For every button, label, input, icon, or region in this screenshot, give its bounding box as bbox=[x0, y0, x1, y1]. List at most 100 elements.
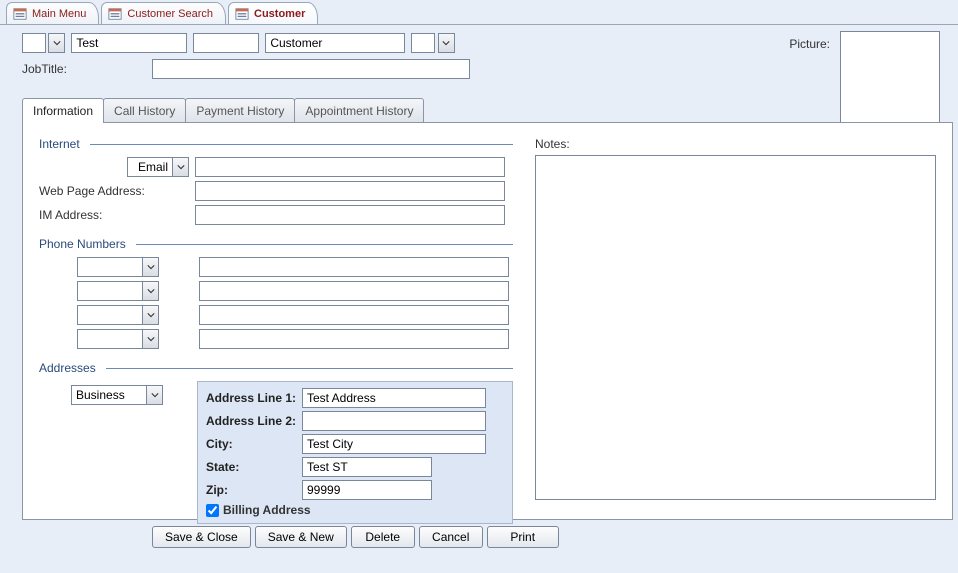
email-row bbox=[39, 157, 513, 177]
prefix-input[interactable] bbox=[22, 33, 46, 53]
save-new-button[interactable]: Save & New bbox=[255, 526, 347, 548]
window-tab-customer[interactable]: Customer bbox=[228, 2, 318, 24]
notes-column: Notes: bbox=[535, 137, 936, 507]
address-line1-input[interactable] bbox=[302, 388, 486, 408]
phone-type-input[interactable] bbox=[77, 305, 143, 325]
group-title-text: Internet bbox=[39, 137, 80, 151]
phone-row-3 bbox=[39, 305, 513, 325]
chevron-down-icon[interactable] bbox=[142, 257, 159, 277]
notes-textarea[interactable] bbox=[535, 155, 936, 500]
address-city-row: City: bbox=[206, 434, 504, 454]
web-row: Web Page Address: bbox=[39, 181, 513, 201]
email-type-combo[interactable] bbox=[39, 157, 189, 177]
phone-number-input[interactable] bbox=[199, 305, 509, 325]
tab-label: Call History bbox=[114, 104, 175, 118]
chevron-down-icon[interactable] bbox=[142, 281, 159, 301]
phone-row-1 bbox=[39, 257, 513, 277]
phone-type-input[interactable] bbox=[77, 257, 143, 277]
address-line2-input[interactable] bbox=[302, 411, 486, 431]
address-city-input[interactable] bbox=[302, 434, 486, 454]
save-close-button[interactable]: Save & Close bbox=[152, 526, 251, 548]
tab-label: Appointment History bbox=[305, 104, 413, 118]
address-zip-input[interactable] bbox=[302, 480, 432, 500]
address-zip-label: Zip: bbox=[206, 483, 298, 497]
email-input[interactable] bbox=[195, 157, 505, 177]
tab-label: Payment History bbox=[196, 104, 284, 118]
last-name-input[interactable] bbox=[265, 33, 405, 53]
divider bbox=[106, 368, 513, 369]
im-input[interactable] bbox=[195, 205, 505, 225]
web-label: Web Page Address: bbox=[39, 184, 189, 198]
suffix-input[interactable] bbox=[411, 33, 435, 53]
address-state-label: State: bbox=[206, 460, 298, 474]
tab-call-history[interactable]: Call History bbox=[103, 98, 186, 122]
phone-number-input[interactable] bbox=[199, 281, 509, 301]
billing-row: Billing Address bbox=[206, 503, 504, 517]
chevron-down-icon[interactable] bbox=[142, 329, 159, 349]
group-addresses: Addresses Address Line 1: bbox=[39, 361, 513, 524]
window-tab-label: Customer Search bbox=[127, 8, 213, 20]
notes-label: Notes: bbox=[535, 137, 936, 151]
window-tab-label: Customer bbox=[254, 8, 305, 20]
im-row: IM Address: bbox=[39, 205, 513, 225]
address-zip-row: Zip: bbox=[206, 480, 504, 500]
form-icon bbox=[108, 7, 122, 21]
address-type-input[interactable] bbox=[71, 385, 147, 405]
email-type-input[interactable] bbox=[127, 157, 173, 177]
tab-appointment-history[interactable]: Appointment History bbox=[294, 98, 424, 122]
phone-type-input[interactable] bbox=[77, 281, 143, 301]
page-body: Picture: JobTitle: Information Call Hist… bbox=[0, 24, 958, 573]
chevron-down-icon[interactable] bbox=[438, 33, 455, 53]
jobtitle-input[interactable] bbox=[152, 59, 470, 79]
window-tab-main-menu[interactable]: Main Menu bbox=[6, 2, 99, 24]
tab-label: Information bbox=[33, 104, 93, 118]
phone-type-combo[interactable] bbox=[77, 257, 159, 277]
window-tab-customer-search[interactable]: Customer Search bbox=[101, 2, 226, 24]
tab-payment-history[interactable]: Payment History bbox=[185, 98, 295, 122]
phone-type-combo[interactable] bbox=[77, 305, 159, 325]
tab-strip: Information Call History Payment History… bbox=[22, 97, 946, 122]
phone-number-input[interactable] bbox=[199, 257, 509, 277]
window-tab-label: Main Menu bbox=[32, 8, 86, 20]
address-line1-row: Address Line 1: bbox=[206, 388, 504, 408]
tab-pane-information: Internet Web Page Address: bbox=[22, 122, 953, 520]
address-line2-row: Address Line 2: bbox=[206, 411, 504, 431]
divider bbox=[136, 244, 513, 245]
phone-type-input[interactable] bbox=[77, 329, 143, 349]
chevron-down-icon[interactable] bbox=[48, 33, 65, 53]
jobtitle-label: JobTitle: bbox=[22, 62, 142, 76]
first-name-input[interactable] bbox=[71, 33, 187, 53]
group-phone: Phone Numbers bbox=[39, 237, 513, 349]
chevron-down-icon[interactable] bbox=[142, 305, 159, 325]
cancel-button[interactable]: Cancel bbox=[419, 526, 483, 548]
web-input[interactable] bbox=[195, 181, 505, 201]
button-row: Save & Close Save & New Delete Cancel Pr… bbox=[22, 526, 946, 548]
chevron-down-icon[interactable] bbox=[146, 385, 163, 405]
phone-number-input[interactable] bbox=[199, 329, 509, 349]
group-title-internet: Internet bbox=[39, 137, 513, 151]
group-title-text: Addresses bbox=[39, 361, 96, 375]
middle-name-input[interactable] bbox=[193, 33, 259, 53]
group-title-addresses: Addresses bbox=[39, 361, 513, 375]
prefix-combo[interactable] bbox=[22, 33, 65, 53]
address-state-row: State: bbox=[206, 457, 504, 477]
billing-checkbox[interactable] bbox=[206, 504, 219, 517]
phone-type-combo[interactable] bbox=[77, 281, 159, 301]
billing-label: Billing Address bbox=[223, 503, 311, 517]
suffix-combo[interactable] bbox=[411, 33, 454, 53]
address-city-label: City: bbox=[206, 437, 298, 451]
address-type-combo[interactable] bbox=[71, 385, 163, 405]
form-icon bbox=[235, 7, 249, 21]
group-internet: Internet Web Page Address: bbox=[39, 137, 513, 225]
group-title-text: Phone Numbers bbox=[39, 237, 126, 251]
im-label: IM Address: bbox=[39, 208, 189, 222]
address-block: Address Line 1: Address Line 2: City: bbox=[197, 381, 513, 524]
address-line1-label: Address Line 1: bbox=[206, 391, 298, 405]
chevron-down-icon[interactable] bbox=[172, 157, 189, 177]
phone-type-combo[interactable] bbox=[77, 329, 159, 349]
print-button[interactable]: Print bbox=[487, 526, 559, 548]
tab-control: Information Call History Payment History… bbox=[22, 97, 946, 520]
tab-information[interactable]: Information bbox=[22, 98, 104, 123]
delete-button[interactable]: Delete bbox=[351, 526, 415, 548]
address-state-input[interactable] bbox=[302, 457, 432, 477]
